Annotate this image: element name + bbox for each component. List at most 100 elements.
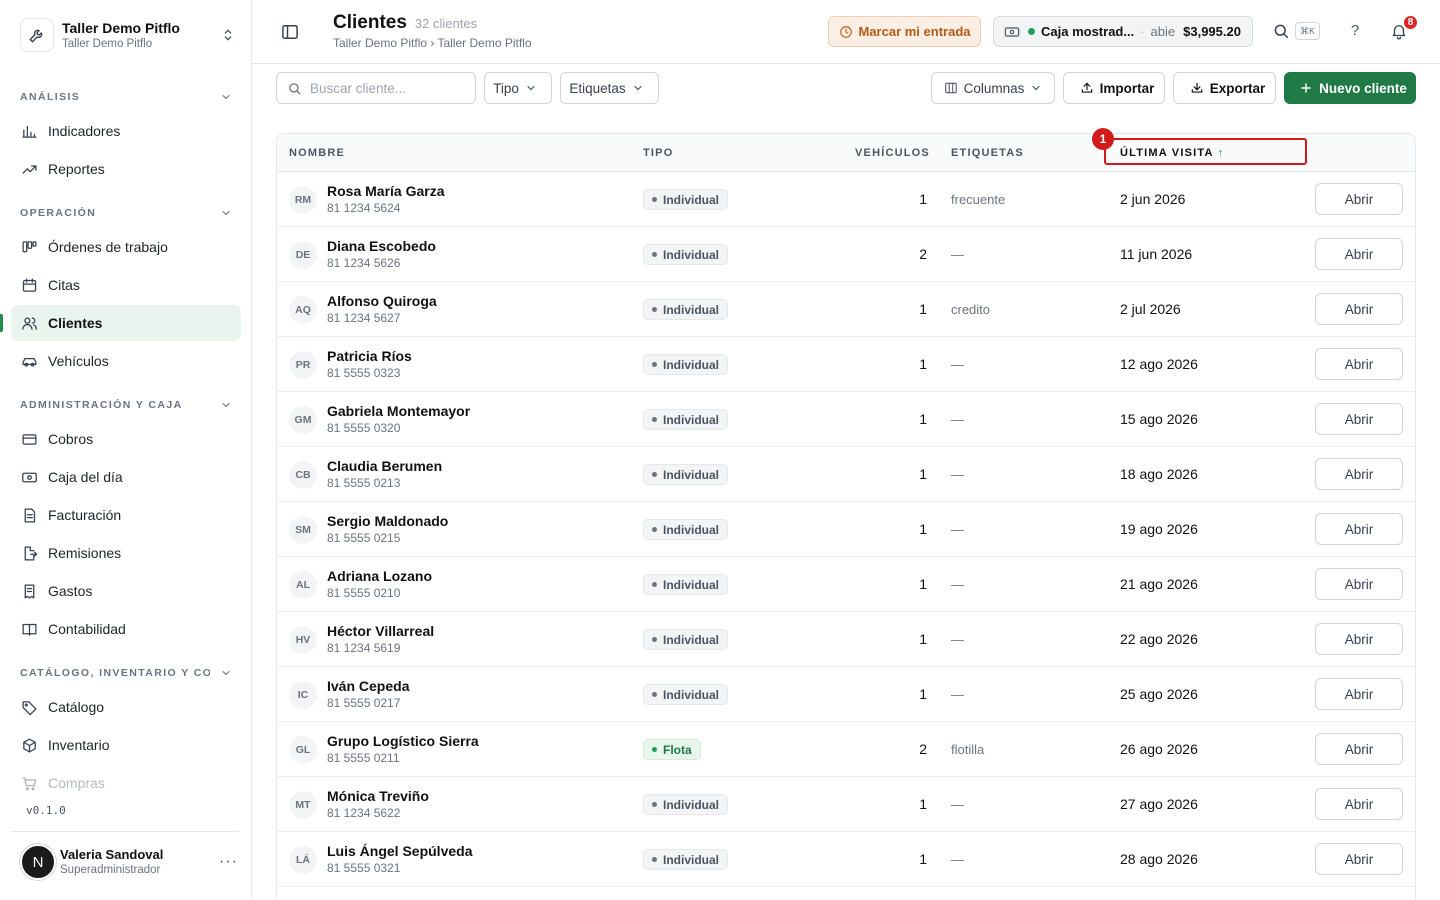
search-input[interactable] xyxy=(310,80,470,96)
vehicle-count: 1 xyxy=(919,411,927,427)
columns-button[interactable]: Columnas xyxy=(931,72,1055,104)
client-name[interactable]: Alfonso Quiroga xyxy=(327,293,437,309)
download-icon xyxy=(1191,82,1202,93)
open-client-button[interactable]: Abrir xyxy=(1315,788,1403,820)
new-client-button[interactable]: Nuevo cliente xyxy=(1284,72,1416,104)
type-filter-button[interactable]: Tipo xyxy=(484,72,552,104)
export-button[interactable]: Exportar xyxy=(1173,72,1276,104)
open-client-button[interactable]: Abrir xyxy=(1315,678,1403,710)
client-phone: 81 1234 5622 xyxy=(327,806,401,820)
table-row[interactable]: MT Mónica Treviño 81 1234 5622 Individual 1 —… xyxy=(277,777,1415,832)
table-row[interactable]: IC Iván Cepeda 81 5555 0217 Individual 1 — 25 … xyxy=(277,667,1415,722)
client-name[interactable]: Claudia Berumen xyxy=(327,458,442,474)
help-icon[interactable]: ? xyxy=(1346,22,1364,40)
import-button[interactable]: Importar xyxy=(1063,72,1165,104)
client-name[interactable]: Gabriela Montemayor xyxy=(327,403,470,419)
sidebar-toggle-icon[interactable] xyxy=(280,22,300,42)
open-client-button[interactable]: Abrir xyxy=(1315,458,1403,490)
nav-section-analisis[interactable]: ANÁLISIS xyxy=(20,88,232,106)
tags-filter-button[interactable]: Etiquetas xyxy=(560,72,659,104)
vehicle-count: 1 xyxy=(919,466,927,482)
export-label: Exportar xyxy=(1209,80,1266,96)
sidebar-item-label: Cobros xyxy=(48,431,94,447)
column-header-vehicles[interactable]: VEHÍCULOS xyxy=(855,147,930,159)
client-name[interactable]: Iván Cepeda xyxy=(327,678,409,694)
open-client-button[interactable]: Abrir xyxy=(1315,293,1403,325)
sidebar-item-gastos[interactable]: Gastos xyxy=(11,573,241,609)
client-name[interactable]: Adriana Lozano xyxy=(327,568,432,584)
type-badge: Individual xyxy=(643,189,729,210)
sidebar-item-ordenes-de-trabajo[interactable]: Órdenes de trabajo xyxy=(11,229,241,265)
user-menu[interactable]: N Valeria Sandoval Superadministrador ··… xyxy=(20,842,238,882)
type-badge: Flota xyxy=(643,739,701,760)
clock-in-button[interactable]: Marcar mi entrada xyxy=(828,16,981,47)
table-row[interactable]: GL Grupo Logístico Sierra 81 5555 0211 Flot… xyxy=(277,722,1415,777)
sidebar-item-clientes[interactable]: Clientes xyxy=(11,305,241,341)
open-client-button[interactable]: Abrir xyxy=(1315,568,1403,600)
avatar: LÁ xyxy=(289,846,317,874)
sidebar-item-vehiculos[interactable]: Vehículos xyxy=(11,343,241,379)
client-name[interactable]: Luis Ángel Sepúlveda xyxy=(327,843,472,859)
more-options-icon[interactable]: ··· xyxy=(219,853,238,871)
table-row[interactable]: AQ Alfonso Quiroga 81 1234 5627 Individual 1… xyxy=(277,282,1415,337)
nav-section-operacion[interactable]: OPERACIÓN xyxy=(20,204,232,222)
sidebar-item-citas[interactable]: Citas xyxy=(11,267,241,303)
plus-icon xyxy=(1301,83,1311,93)
client-tags: — xyxy=(951,357,964,372)
sidebar-item-compras[interactable]: Compras xyxy=(11,765,241,801)
type-badge: Individual xyxy=(643,684,729,705)
client-name[interactable]: Mónica Treviño xyxy=(327,788,429,804)
table-row[interactable]: PR Patricia Ríos 81 5555 0323 Individual 1 — 1… xyxy=(277,337,1415,392)
sidebar-item-indicadores[interactable]: Indicadores xyxy=(11,113,241,149)
open-client-button[interactable]: Abrir xyxy=(1315,513,1403,545)
breadcrumb[interactable]: Taller Demo Pitflo › Taller Demo Pitflo xyxy=(333,36,532,50)
vehicle-count: 1 xyxy=(919,301,927,317)
avatar: DE xyxy=(289,241,317,269)
client-name[interactable]: Rosa María Garza xyxy=(327,183,445,199)
column-header-type[interactable]: TIPO xyxy=(643,147,673,159)
table-row[interactable]: HV Héctor Villarreal 81 1234 5619 Individua… xyxy=(277,612,1415,667)
table-row[interactable]: GM Gabriela Montemayor 81 5555 0320 Individ… xyxy=(277,392,1415,447)
sidebar-item-inventario[interactable]: Inventario xyxy=(11,727,241,763)
table-row[interactable]: CB Claudia Berumen 81 5555 0213 Individual 1… xyxy=(277,447,1415,502)
new-client-label: Nuevo cliente xyxy=(1319,80,1407,96)
client-name[interactable]: Diana Escobedo xyxy=(327,238,436,254)
sidebar-item-contabilidad[interactable]: Contabilidad xyxy=(11,611,241,647)
open-client-button[interactable]: Abrir xyxy=(1315,238,1403,270)
table-row[interactable]: RM Rosa María Garza 81 1234 5624 Individual… xyxy=(277,172,1415,227)
nav-section-label: ADMINISTRACIÓN Y CAJA xyxy=(20,399,183,411)
cash-register-status[interactable]: Caja mostrad... · abie $3,995.20 xyxy=(993,16,1253,47)
type-dot xyxy=(652,362,657,367)
page-title: Clientes xyxy=(333,12,407,33)
last-visit-date: 22 ago 2026 xyxy=(1120,631,1198,647)
table-row[interactable]: DE Diana Escobedo 81 1234 5626 Individual 2 —… xyxy=(277,227,1415,282)
sidebar-item-caja-del-dia[interactable]: Caja del día xyxy=(11,459,241,495)
open-client-button[interactable]: Abrir xyxy=(1315,843,1403,875)
nav-section-administracion-y-caja[interactable]: ADMINISTRACIÓN Y CAJA xyxy=(20,396,232,414)
sidebar-item-catalogo[interactable]: Catálogo xyxy=(11,689,241,725)
table-row[interactable]: AL Adriana Lozano 81 5555 0210 Individual 1 —… xyxy=(277,557,1415,612)
sidebar-item-facturacion[interactable]: Facturación xyxy=(11,497,241,533)
column-header-tags[interactable]: ETIQUETAS xyxy=(951,147,1024,159)
client-name[interactable]: Sergio Maldonado xyxy=(327,513,448,529)
open-client-button[interactable]: Abrir xyxy=(1315,348,1403,380)
search-icon[interactable] xyxy=(1272,22,1290,40)
open-client-button[interactable]: Abrir xyxy=(1315,623,1403,655)
client-name[interactable]: Grupo Logístico Sierra xyxy=(327,733,479,749)
sidebar-item-reportes[interactable]: Reportes xyxy=(11,151,241,187)
open-client-button[interactable]: Abrir xyxy=(1315,733,1403,765)
client-name[interactable]: Patricia Ríos xyxy=(327,348,412,364)
column-header-name[interactable]: NOMBRE xyxy=(289,147,345,159)
sidebar-item-label: Indicadores xyxy=(48,123,121,139)
open-client-button[interactable]: Abrir xyxy=(1315,403,1403,435)
columns-label: Columnas xyxy=(963,80,1025,96)
org-switcher[interactable]: Taller Demo Pitflo Taller Demo Pitflo xyxy=(20,14,240,56)
table-row[interactable]: LÁ Luis Ángel Sepúlveda 81 5555 0321 Indivi… xyxy=(277,832,1415,887)
client-search[interactable] xyxy=(276,72,476,104)
sidebar-item-cobros[interactable]: Cobros xyxy=(11,421,241,457)
nav-section-catalogo-inventario-y-co[interactable]: CATÁLOGO, INVENTARIO Y CO... xyxy=(20,664,232,682)
sidebar-item-remisiones[interactable]: Remisiones xyxy=(11,535,241,571)
table-row[interactable]: SM Sergio Maldonado 81 5555 0215 Individual… xyxy=(277,502,1415,557)
open-client-button[interactable]: Abrir xyxy=(1315,183,1403,215)
client-name[interactable]: Héctor Villarreal xyxy=(327,623,434,639)
